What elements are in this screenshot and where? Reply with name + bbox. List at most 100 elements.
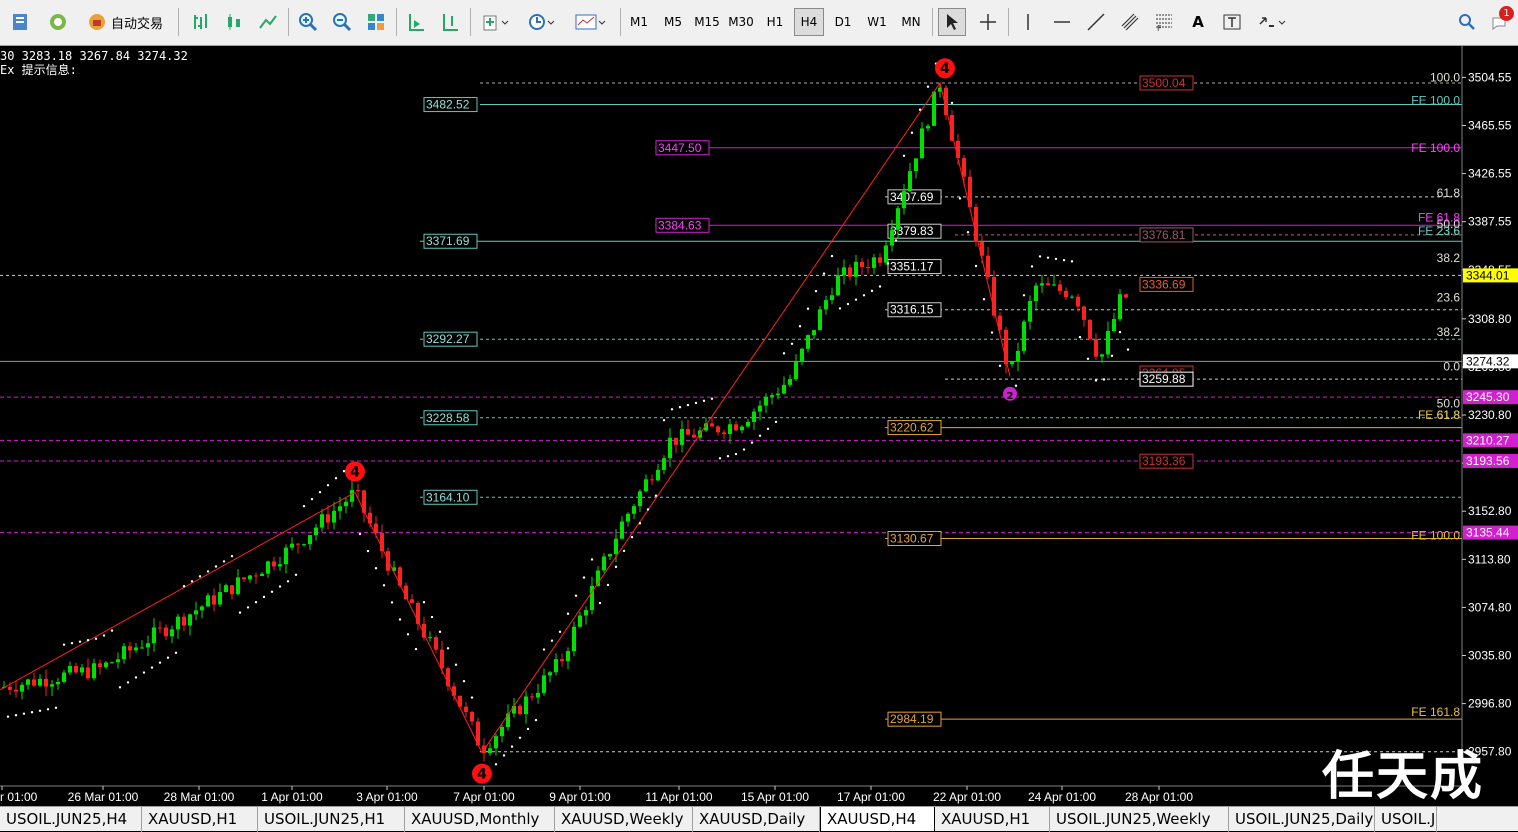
chart-tab[interactable]: USOIL.JUN25,Weekly: [1050, 807, 1229, 832]
notifications-icon[interactable]: 1: [1488, 6, 1516, 36]
candle-body: [1034, 285, 1038, 301]
auto-scroll-icon[interactable]: [402, 8, 430, 36]
level-label-right: 3193.36: [1142, 454, 1186, 468]
trendline-icon[interactable]: [1082, 8, 1110, 36]
text-label-icon[interactable]: [1218, 8, 1246, 36]
level-label-right: 3336.69: [1142, 277, 1186, 291]
candle-body: [908, 171, 912, 192]
new-order-icon[interactable]: [6, 8, 34, 36]
tf-m1[interactable]: M1: [624, 8, 654, 36]
wave-marker-label: 4: [940, 61, 950, 77]
templates-button[interactable]: [568, 8, 612, 36]
candle-body: [824, 300, 828, 310]
candle-body: [98, 663, 102, 668]
price-chart[interactable]: 3504.553465.553426.553387.553348.553308.…: [0, 46, 1518, 806]
tf-m30[interactable]: M30: [726, 8, 756, 36]
sar-dot: [766, 427, 770, 431]
candle-body: [218, 592, 222, 605]
candle-body: [206, 595, 210, 607]
chart-shift-icon[interactable]: [436, 8, 464, 36]
sar-dot: [582, 576, 586, 579]
zoom-out-icon[interactable]: [328, 8, 356, 36]
candlestick-icon[interactable]: [220, 8, 248, 36]
candle-body: [686, 428, 690, 435]
sar-dot: [366, 549, 370, 553]
tf-m15[interactable]: M15: [692, 8, 722, 36]
bar-chart-icon[interactable]: [186, 8, 214, 36]
vertical-line-icon[interactable]: [1014, 8, 1042, 36]
sar-dot: [710, 397, 714, 400]
line-chart-icon[interactable]: [254, 8, 282, 36]
chart-tab[interactable]: USOIL.J: [1375, 807, 1437, 832]
chart-tab[interactable]: USOIL.JUN25,Daily: [1229, 807, 1375, 832]
tf-d1[interactable]: D1: [828, 8, 858, 36]
candle-body: [734, 424, 738, 431]
price-tick-label: 3308.80: [1468, 312, 1512, 326]
sar-dot: [646, 508, 650, 511]
tile-windows-icon[interactable]: [362, 8, 390, 36]
sar-dot: [190, 580, 194, 583]
sar-dot: [326, 483, 330, 487]
price-marker-magenta-label: 3245.30: [1466, 390, 1510, 404]
candle-body: [722, 432, 726, 435]
price-tick-label: 3387.55: [1468, 215, 1512, 229]
horizontal-line-icon[interactable]: [1048, 8, 1076, 36]
sar-dot: [70, 641, 74, 645]
toolbar: 自动交易 M1 M5 M15 M30 H1 H4 D1 W1 MN F A 1: [0, 0, 1518, 46]
fibonacci-icon[interactable]: F: [1150, 8, 1178, 36]
price-tick-label: 3465.55: [1468, 118, 1512, 132]
sar-dot: [638, 522, 642, 525]
sar-dot: [838, 307, 842, 310]
chart-tab[interactable]: XAUUSD,H4: [820, 807, 935, 832]
candle-body: [560, 659, 564, 661]
periods-button[interactable]: [522, 8, 562, 36]
tf-mn[interactable]: MN: [896, 8, 926, 36]
candle-body: [500, 726, 504, 737]
candle-body: [188, 614, 192, 626]
svg-text:F: F: [1157, 24, 1162, 32]
sar-dot: [182, 585, 186, 588]
sar-dot: [926, 85, 930, 88]
candle-body: [920, 128, 924, 159]
indicator-message: Ex 提示信息:: [0, 63, 77, 77]
equidistant-channel-icon[interactable]: [1116, 8, 1144, 36]
zoom-in-icon[interactable]: [294, 8, 322, 36]
tf-h1[interactable]: H1: [760, 8, 790, 36]
candle-body: [14, 689, 18, 692]
indicators-button[interactable]: [476, 8, 516, 36]
tf-w1[interactable]: W1: [862, 8, 892, 36]
sar-dot: [750, 441, 754, 444]
candle-body: [866, 267, 870, 269]
chart-tab[interactable]: XAUUSD,Daily: [693, 807, 820, 832]
crosshair-icon[interactable]: [974, 8, 1002, 36]
chart-tab[interactable]: USOIL.JUN25,H4: [0, 807, 142, 832]
sar-dot: [166, 656, 170, 659]
time-tick-label: 26 Mar 01:00: [68, 790, 139, 804]
candle-body: [146, 643, 150, 648]
level-label-orange: 3130.67: [890, 532, 934, 546]
candle-body: [1094, 338, 1098, 357]
sar-dot: [6, 715, 10, 718]
tf-m5[interactable]: M5: [658, 8, 688, 36]
sar-dot: [1102, 378, 1106, 381]
candle-body: [38, 678, 42, 686]
fe-level-label: FE 23.6: [1418, 224, 1460, 238]
chart-tab[interactable]: XAUUSD,Monthly: [405, 807, 555, 832]
arrows-dropdown-icon[interactable]: [1252, 8, 1292, 36]
text-icon[interactable]: A: [1186, 8, 1210, 36]
search-icon[interactable]: [1454, 8, 1480, 36]
candle-body: [350, 490, 354, 502]
chart-tab[interactable]: XAUUSD,Weekly: [555, 807, 693, 832]
chart-tab[interactable]: XAUUSD,H1: [142, 807, 258, 832]
cursor-icon[interactable]: [938, 8, 966, 36]
autotrade-button[interactable]: 自动交易: [78, 8, 172, 36]
sar-dot: [1062, 258, 1066, 262]
tf-h4[interactable]: H4: [794, 8, 824, 36]
candle-body: [896, 208, 900, 230]
chart-tab[interactable]: USOIL.JUN25,H1: [258, 807, 405, 832]
candle-body: [668, 437, 672, 459]
chart-tab[interactable]: XAUUSD,H1: [935, 807, 1050, 832]
candle-body: [170, 629, 174, 637]
market-watch-icon[interactable]: [44, 8, 72, 36]
candle-body: [332, 510, 336, 523]
